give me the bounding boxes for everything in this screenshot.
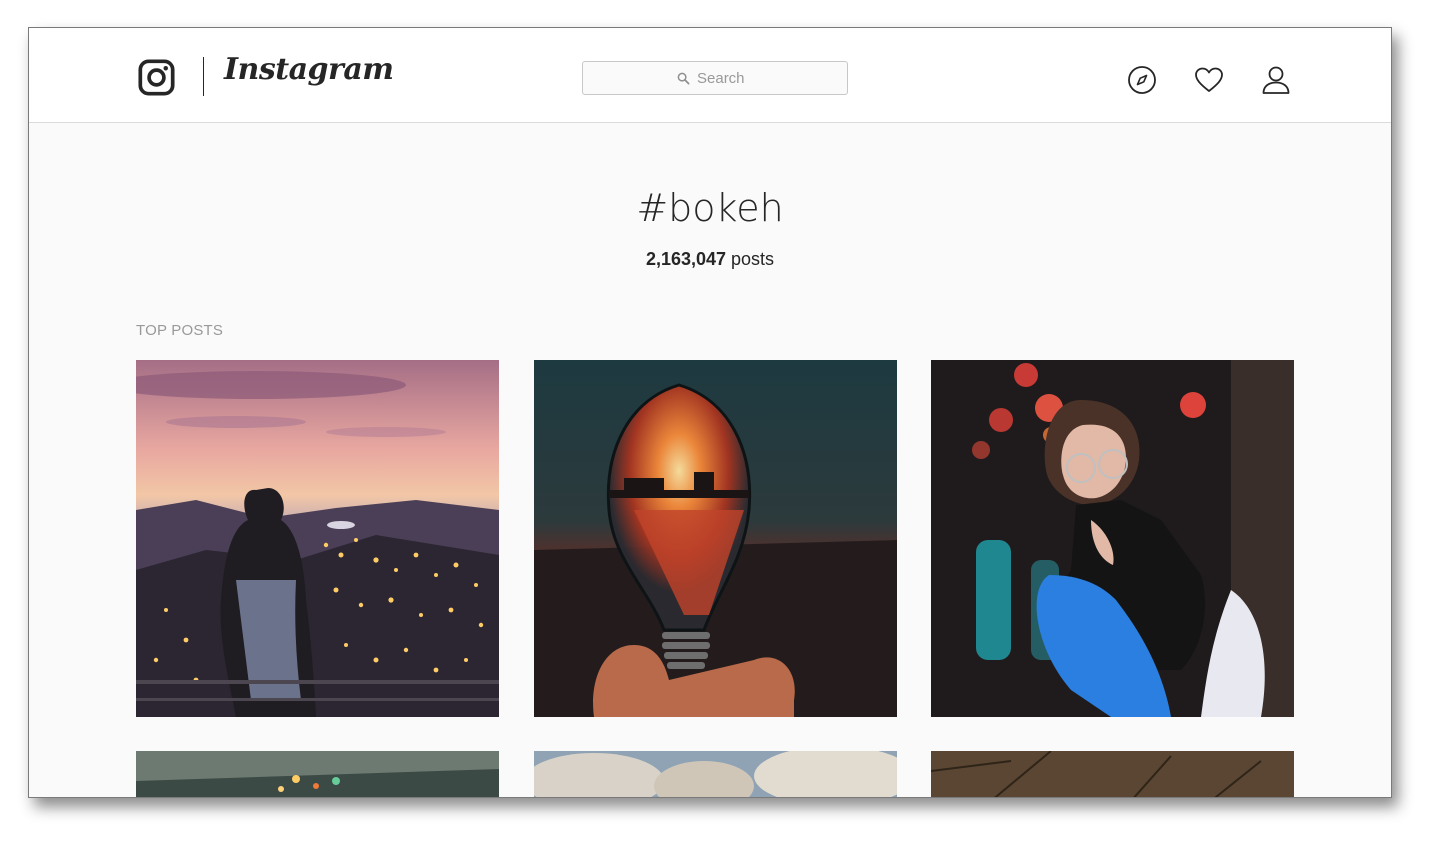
post-count-number: 2,163,047 bbox=[645, 249, 727, 269]
string-lights-photo bbox=[136, 751, 499, 797]
city-dusk-photo bbox=[136, 360, 499, 717]
search-box[interactable] bbox=[582, 61, 848, 95]
browser-window: Instagram #bokeh 2,163,0 bbox=[28, 27, 1392, 798]
top-posts-label: TOP POSTS bbox=[136, 322, 224, 339]
hashtag-title: #bokeh bbox=[636, 186, 784, 230]
post-thumbnail-5[interactable] bbox=[534, 751, 897, 797]
portrait-bokeh-photo bbox=[931, 360, 1294, 717]
light-bulb-photo bbox=[534, 360, 897, 717]
explore-button[interactable] bbox=[1127, 65, 1157, 95]
post-thumbnail-2[interactable] bbox=[534, 360, 897, 717]
instagram-logo-icon[interactable] bbox=[138, 59, 175, 96]
top-nav-bar: Instagram bbox=[29, 28, 1391, 123]
heart-icon bbox=[1195, 67, 1223, 92]
profile-icon bbox=[1262, 66, 1290, 94]
compass-icon bbox=[1128, 66, 1156, 94]
activity-button[interactable] bbox=[1194, 65, 1224, 95]
post-thumbnail-6[interactable] bbox=[931, 751, 1294, 797]
search-input[interactable] bbox=[697, 69, 753, 87]
profile-button[interactable] bbox=[1261, 65, 1291, 95]
branches-photo bbox=[931, 751, 1294, 797]
post-thumbnail-3[interactable] bbox=[931, 360, 1294, 717]
search-icon bbox=[677, 72, 690, 84]
instagram-wordmark[interactable]: Instagram bbox=[224, 52, 394, 87]
clouds-photo bbox=[534, 751, 897, 797]
post-count-suffix: posts bbox=[726, 249, 775, 269]
post-thumbnail-1[interactable] bbox=[136, 360, 499, 717]
logo-divider bbox=[203, 57, 204, 96]
post-count: 2,163,047 posts bbox=[29, 249, 1391, 270]
post-thumbnail-4[interactable] bbox=[136, 751, 499, 797]
